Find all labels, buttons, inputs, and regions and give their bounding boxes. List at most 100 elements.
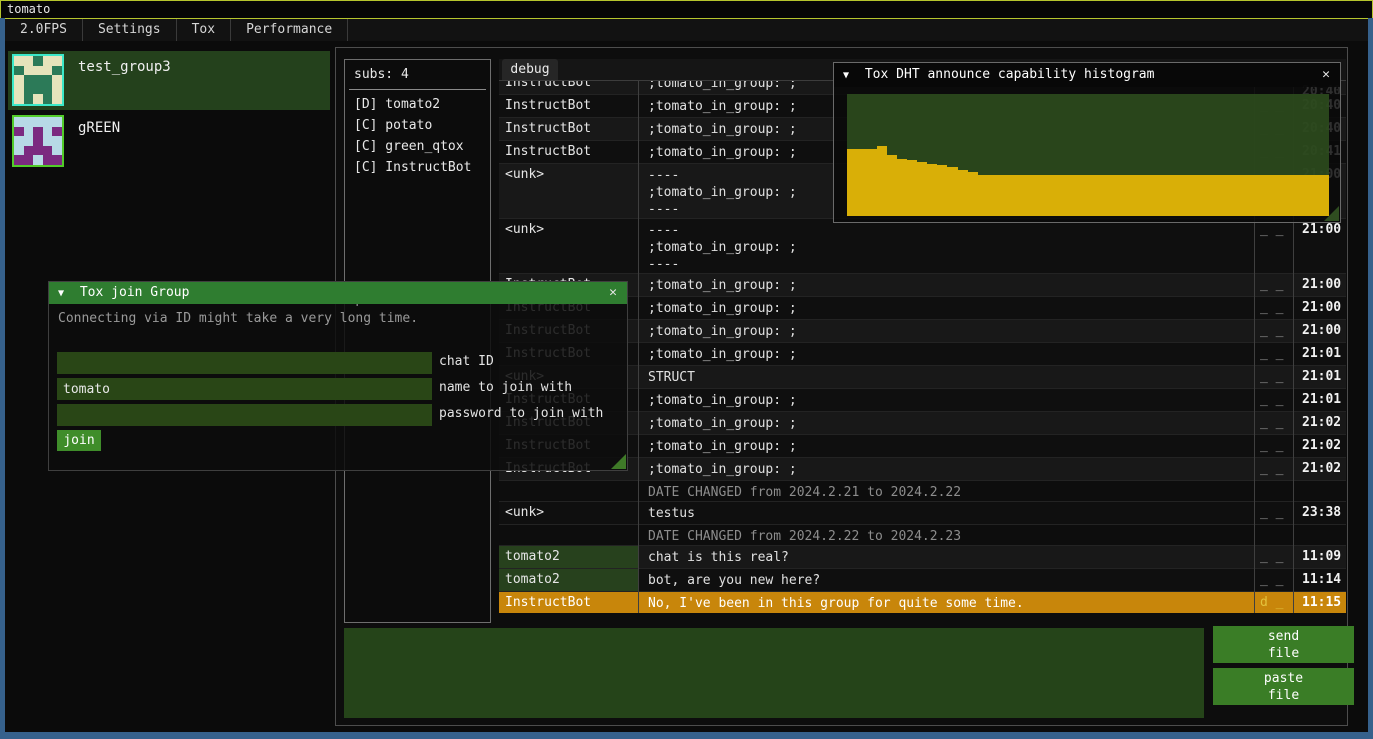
collapse-arrow-icon[interactable]: ▼ <box>58 283 64 305</box>
message-row[interactable]: InstructBotNo, I've been in this group f… <box>499 592 1346 613</box>
message-input[interactable] <box>344 628 1204 718</box>
avatar-pixel <box>33 146 43 156</box>
avatar-pixel <box>33 136 43 146</box>
subs-member-item[interactable]: [C] green_qtox <box>345 136 490 157</box>
join-dialog-hint-2: Connecting via ID might take a very long… <box>49 307 627 326</box>
chat-id-input[interactable] <box>57 352 432 374</box>
resize-grip-icon[interactable] <box>611 454 626 469</box>
avatar-pixel <box>14 127 24 137</box>
sender-name: InstructBot <box>499 141 638 163</box>
avatar-pixel <box>52 56 62 66</box>
sender-name: <unk> <box>499 164 638 218</box>
group-item-test_group3[interactable]: test_group3 <box>8 51 330 110</box>
histogram-bar <box>1068 175 1078 216</box>
avatar-pixel <box>43 75 53 85</box>
avatar-pixel <box>43 127 53 137</box>
histogram-bar <box>1038 175 1048 216</box>
histogram-bar <box>1108 175 1118 216</box>
group-item-gREEN[interactable]: gREEN <box>8 112 330 171</box>
avatar-pixel <box>33 75 43 85</box>
message-text: ----;tomato_in_group: ;---- <box>642 219 1238 273</box>
avatar-pixel <box>33 155 43 165</box>
message-text: ;tomato_in_group: ; <box>642 274 1238 296</box>
message-row[interactable]: <unk>----;tomato_in_group: ;----_ _21:00 <box>499 219 1346 274</box>
avatar-pixel <box>52 66 62 76</box>
avatar-pixel <box>43 66 53 76</box>
avatar-pixel <box>52 85 62 95</box>
paste-file-button[interactable]: paste file <box>1213 668 1354 705</box>
avatar-pixel <box>14 75 24 85</box>
message-text: STRUCT <box>642 366 1238 388</box>
join-dialog-titlebar[interactable]: ▼ Tox join Group ✕ <box>49 282 627 304</box>
message-status: _ _ <box>1254 412 1293 430</box>
histogram-bar <box>1148 175 1158 216</box>
close-icon[interactable]: ✕ <box>605 282 621 304</box>
menu-item-performance[interactable]: Performance <box>231 19 347 41</box>
avatar-pixel <box>24 155 34 165</box>
column-divider-name <box>638 81 639 613</box>
avatar-pixel <box>24 75 34 85</box>
message-status: _ _ <box>1254 297 1293 315</box>
subs-member-item[interactable]: [D] tomato2 <box>345 94 490 115</box>
histogram-bar <box>1018 175 1028 216</box>
message-status: _ _ <box>1254 569 1293 587</box>
message-row[interactable]: tomato2chat is this real?_ _11:09 <box>499 546 1346 569</box>
avatar-pixel <box>52 155 62 165</box>
send-file-label-line1: send <box>1213 628 1354 645</box>
menu-item-tox[interactable]: Tox <box>177 19 230 41</box>
histogram-bar <box>1078 175 1088 216</box>
avatar-pixel <box>33 94 43 104</box>
avatar-pixel <box>43 136 53 146</box>
join-button[interactable]: join <box>57 430 101 451</box>
histogram-bar <box>877 146 887 216</box>
message-timestamp: 21:01 <box>1297 366 1346 384</box>
group-avatar <box>12 54 64 106</box>
dht-histogram-window: ▼ Tox DHT announce capability histogram … <box>833 62 1341 223</box>
message-status: _ _ <box>1254 389 1293 407</box>
histogram-titlebar[interactable]: ▼ Tox DHT announce capability histogram … <box>834 63 1340 87</box>
date-separator-row[interactable]: DATE CHANGED from 2024.2.22 to 2024.2.23 <box>499 525 1346 546</box>
message-timestamp: 21:02 <box>1297 412 1346 430</box>
tab-debug[interactable]: debug <box>502 59 558 81</box>
send-file-button[interactable]: send file <box>1213 626 1354 663</box>
message-status: _ _ <box>1254 502 1293 520</box>
message-timestamp: 21:01 <box>1297 343 1346 361</box>
histogram-bar <box>1229 175 1239 216</box>
join-password-label: password to join with <box>439 406 603 421</box>
subs-member-item[interactable]: [C] potato <box>345 115 490 136</box>
message-status: _ _ <box>1254 435 1293 453</box>
histogram-bar <box>958 170 968 216</box>
avatar-pixel <box>33 56 43 66</box>
histogram-bar <box>1028 175 1038 216</box>
message-timestamp: 11:15 <box>1297 592 1346 610</box>
fps-counter: 2.0FPS <box>5 19 82 41</box>
avatar-pixel <box>43 85 53 95</box>
message-text: ;tomato_in_group: ; <box>642 343 1238 365</box>
join-password-input[interactable] <box>57 404 432 426</box>
message-row[interactable]: tomato2bot, are you new here?_ _11:14 <box>499 569 1346 592</box>
avatar-pixel <box>24 56 34 66</box>
avatar-pixel <box>43 117 53 127</box>
resize-grip-icon[interactable] <box>1324 206 1339 221</box>
paste-file-label-line1: paste <box>1213 670 1354 687</box>
sender-name: InstructBot <box>499 118 638 140</box>
message-row[interactable]: <unk>testus_ _23:38 <box>499 502 1346 525</box>
join-name-input[interactable] <box>57 378 432 400</box>
message-status: _ _ <box>1254 458 1293 476</box>
avatar-pixel <box>33 117 43 127</box>
close-icon[interactable]: ✕ <box>1318 63 1334 85</box>
histogram-bar <box>1098 175 1108 216</box>
menu-item-settings[interactable]: Settings <box>83 19 176 41</box>
collapse-arrow-icon[interactable]: ▼ <box>843 64 849 88</box>
avatar-pixel <box>14 85 24 95</box>
avatar-pixel <box>14 94 24 104</box>
date-separator-row[interactable]: DATE CHANGED from 2024.2.21 to 2024.2.22 <box>499 481 1346 502</box>
histogram-bar <box>1179 175 1189 216</box>
subs-member-item[interactable]: [C] InstructBot <box>345 157 490 178</box>
group-avatar <box>12 115 64 167</box>
sender-name: InstructBot <box>499 95 638 117</box>
avatar-pixel <box>14 155 24 165</box>
histogram-plot <box>847 94 1329 216</box>
join-group-dialog: ▼ Tox join Group ✕ NGC refers to the New… <box>48 281 628 471</box>
histogram-bar <box>1269 175 1279 216</box>
